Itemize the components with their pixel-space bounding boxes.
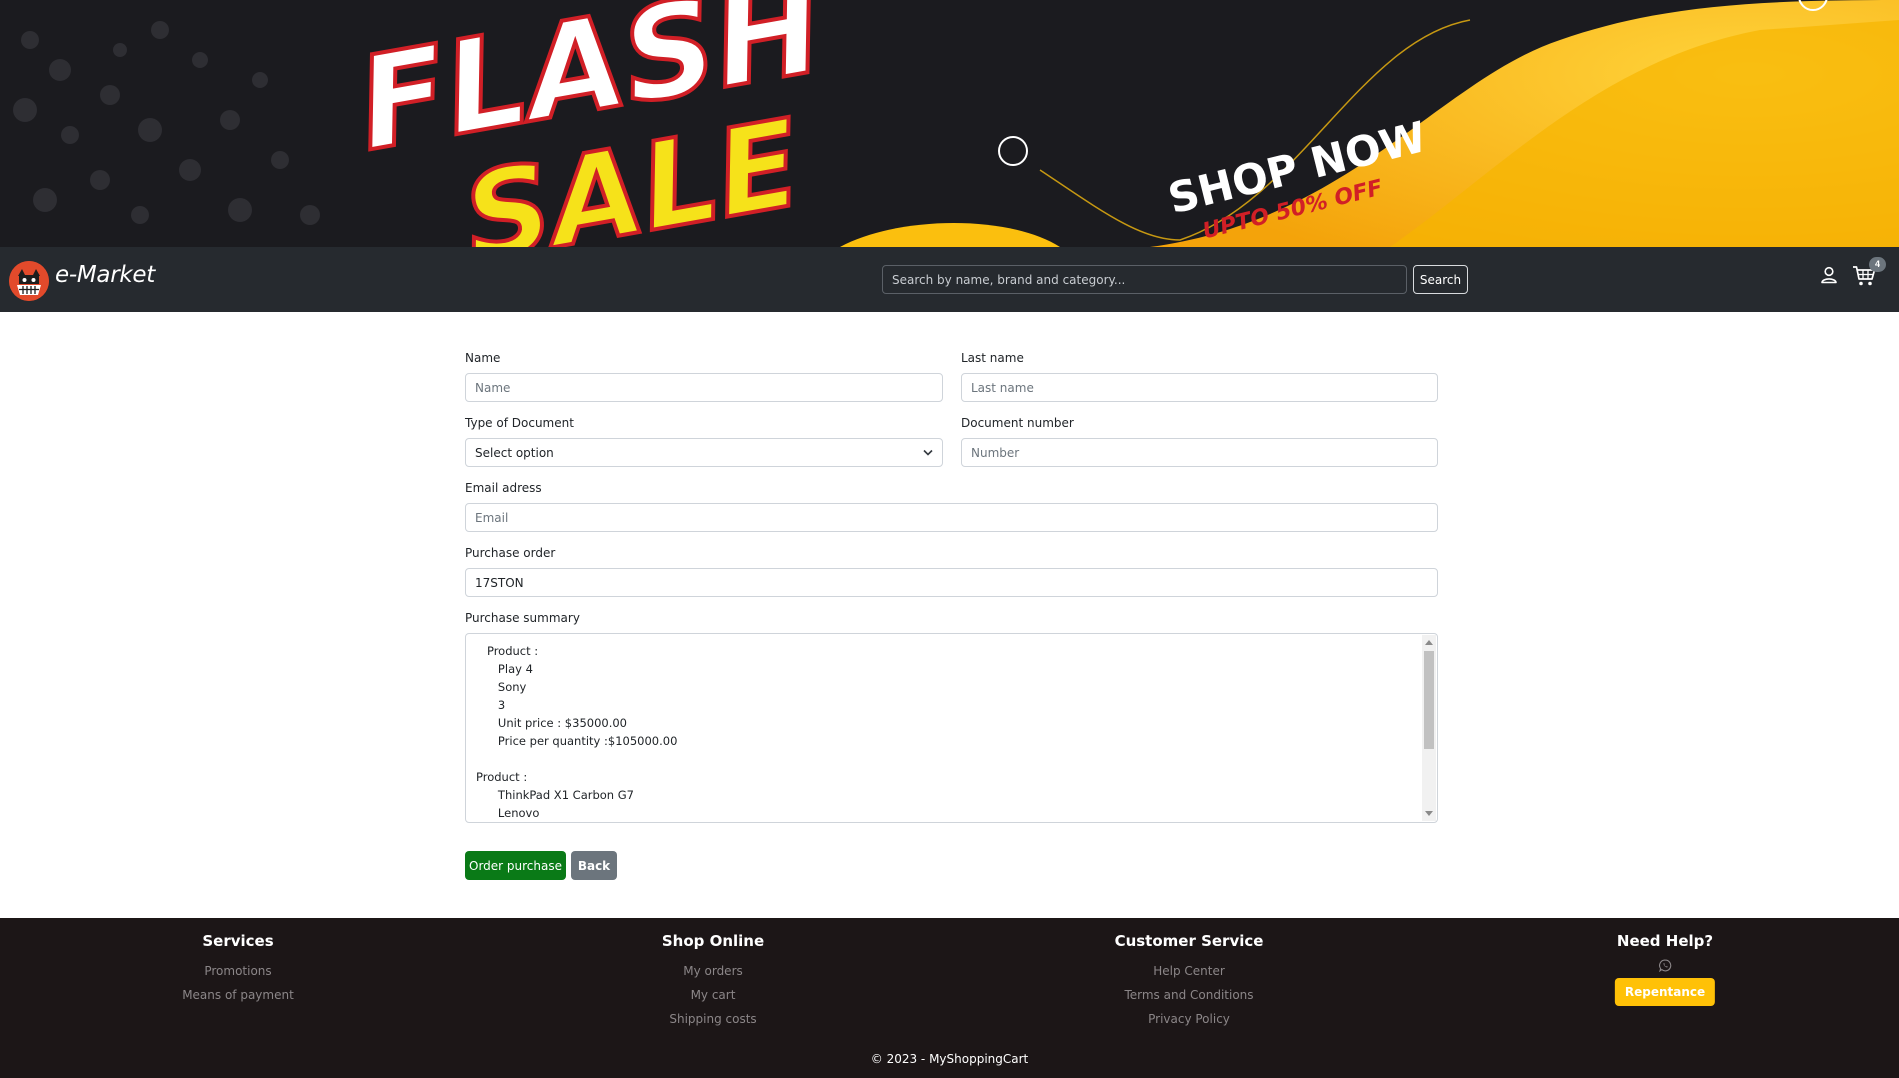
brand-name[interactable]: e-Market	[55, 262, 155, 288]
purchase-order-label: Purchase order	[465, 546, 556, 560]
scroll-up-arrow-icon[interactable]	[1425, 640, 1433, 645]
banner-artwork: FLASH SALE SHOP NOW UPTO 50% OFF	[0, 0, 1899, 247]
footer-customer-service: Customer Service Help Center Terms and C…	[1115, 932, 1264, 1031]
whatsapp-icon[interactable]	[1658, 959, 1672, 972]
brand-logo-icon[interactable]	[9, 261, 49, 301]
back-button[interactable]: Back	[571, 851, 617, 880]
repentance-button[interactable]: Repentance	[1614, 978, 1716, 1006]
document-number-label: Document number	[961, 416, 1074, 430]
purchase-summary-textarea[interactable]: Product : Play 4 Sony 3 Unit price : $35…	[465, 633, 1438, 823]
footer-link-promotions[interactable]: Promotions	[182, 959, 294, 983]
scroll-thumb[interactable]	[1424, 651, 1434, 749]
last-name-field[interactable]	[961, 373, 1438, 402]
footer-link-shipping-costs[interactable]: Shipping costs	[662, 1007, 764, 1031]
footer-services-title: Services	[202, 932, 274, 950]
flash-sale-banner: FLASH SALE SHOP NOW UPTO 50% OFF	[0, 0, 1899, 247]
order-purchase-button[interactable]: Order purchase	[465, 851, 566, 880]
footer-need-help-title: Need Help?	[1616, 932, 1714, 950]
navbar: e-Market Search 4	[0, 247, 1899, 312]
footer-services: Services Promotions Means of payment	[182, 932, 294, 1007]
footer-link-my-cart[interactable]: My cart	[662, 983, 764, 1007]
footer-link-means-of-payment[interactable]: Means of payment	[182, 983, 294, 1007]
purchase-summary-text: Product : Play 4 Sony 3 Unit price : $35…	[476, 644, 678, 820]
email-field[interactable]	[465, 503, 1438, 532]
summary-scrollbar[interactable]	[1422, 635, 1436, 821]
scroll-down-arrow-icon[interactable]	[1425, 811, 1433, 816]
footer-link-privacy-policy[interactable]: Privacy Policy	[1115, 1007, 1264, 1031]
footer-customer-service-title: Customer Service	[1114, 932, 1264, 950]
document-number-field[interactable]	[961, 438, 1438, 467]
footer: Services Promotions Means of payment Sho…	[0, 918, 1899, 1078]
purchase-order-field[interactable]	[465, 568, 1438, 597]
email-label: Email adress	[465, 481, 542, 495]
footer-link-terms[interactable]: Terms and Conditions	[1115, 983, 1264, 1007]
footer-shop-online-title: Shop Online	[661, 932, 765, 950]
footer-link-my-orders[interactable]: My orders	[662, 959, 764, 983]
footer-need-help: Need Help? Repentance	[1614, 932, 1716, 1006]
user-account-icon[interactable]	[1819, 265, 1839, 285]
name-field[interactable]	[465, 373, 943, 402]
purchase-summary-label: Purchase summary	[465, 611, 580, 625]
footer-shop-online: Shop Online My orders My cart Shipping c…	[662, 932, 764, 1031]
name-label: Name	[465, 351, 501, 365]
document-type-selected: Select option	[475, 445, 554, 460]
copyright-text: © 2023 - MyShoppingCart	[870, 1052, 1029, 1066]
search-button[interactable]: Search	[1413, 265, 1468, 294]
footer-link-help-center[interactable]: Help Center	[1115, 959, 1264, 983]
last-name-label: Last name	[961, 351, 1024, 365]
cart-count-badge: 4	[1869, 257, 1886, 272]
document-type-label: Type of Document	[465, 416, 574, 430]
document-type-select[interactable]: Select option	[465, 438, 943, 467]
chevron-down-icon	[923, 449, 933, 456]
search-input[interactable]	[882, 265, 1407, 294]
